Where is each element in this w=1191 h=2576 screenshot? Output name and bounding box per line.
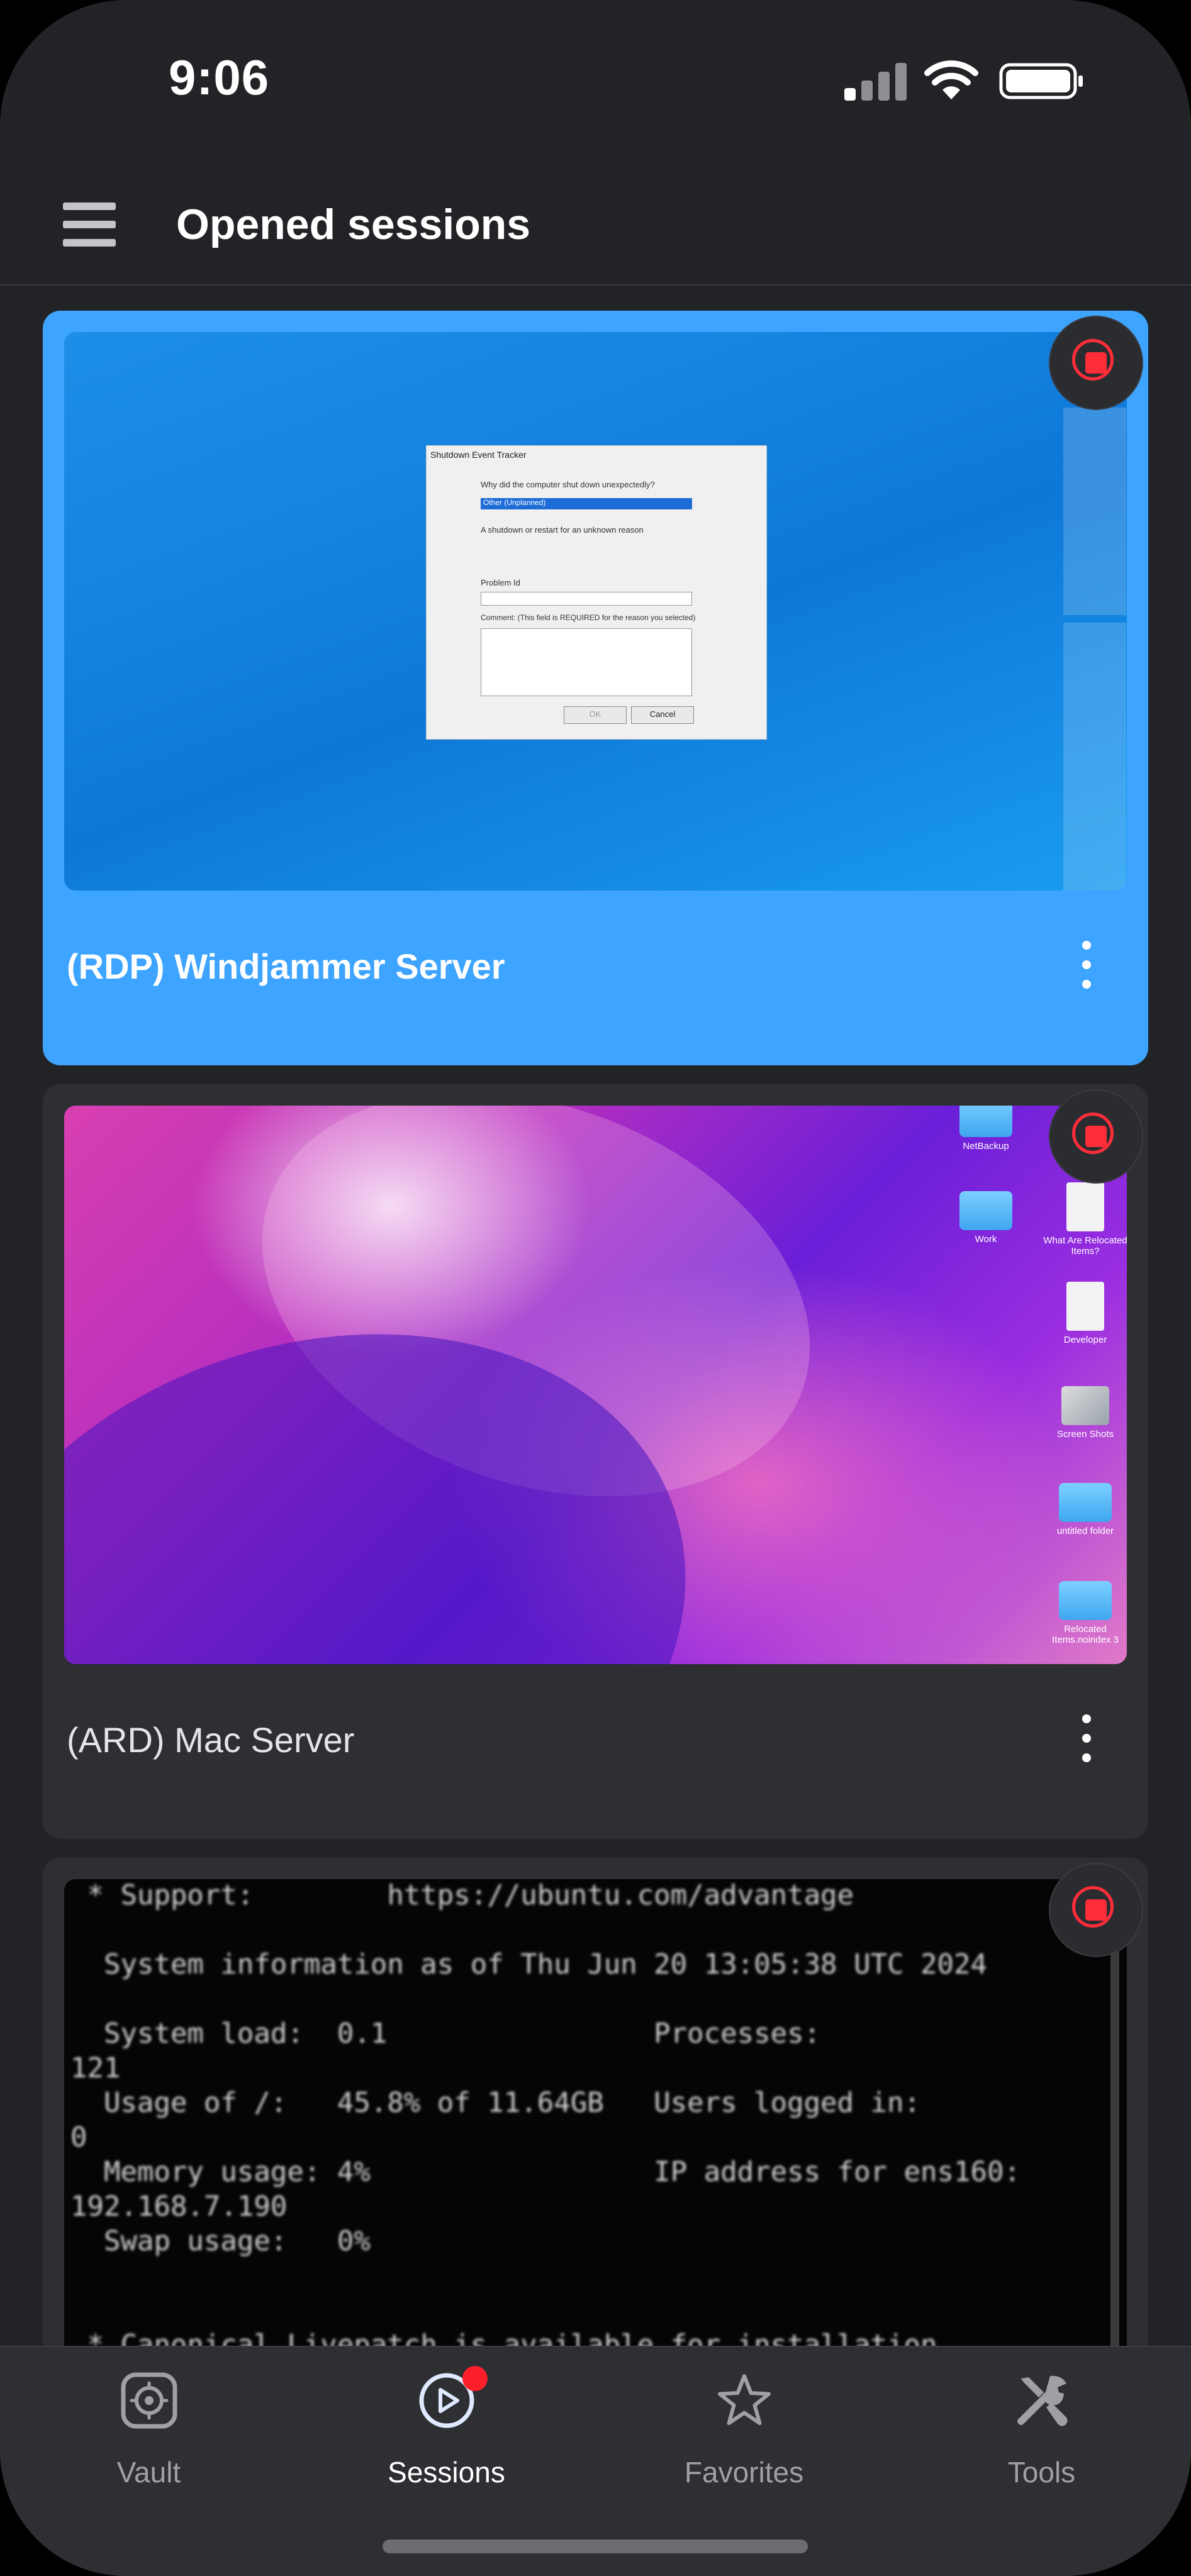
desktop-folder-icon: Relocated Items.noindex 3	[1038, 1581, 1127, 1645]
tab-sessions[interactable]: Sessions	[298, 2347, 595, 2498]
session-label: (RDP) Windjammer Server	[67, 947, 505, 986]
session-label: (ARD) Mac Server	[67, 1720, 355, 1760]
session-thumbnail-ard: NetBackup Work What Are Relocated Items?…	[64, 1106, 1127, 1664]
session-thumbnail-rdp: Shutdown Event Tracker Why did the compu…	[64, 332, 1127, 891]
shutdown-dialog: Shutdown Event Tracker Why did the compu…	[426, 445, 767, 740]
session-card-ssh[interactable]: * Support: https://ubuntu.com/advantage …	[43, 1858, 1148, 2346]
desktop-folder-icon: untitled folder	[1038, 1483, 1127, 1536]
desktop-document-icon: What Are Relocated Items?	[1038, 1182, 1127, 1257]
cellular-signal-icon	[844, 62, 907, 101]
tab-label: Vault	[116, 2456, 181, 2489]
vault-icon	[121, 2372, 177, 2429]
battery-icon	[999, 63, 1083, 99]
app-header: Opened sessions	[0, 164, 1191, 286]
stop-session-button[interactable]	[1050, 1091, 1142, 1182]
tools-icon	[1017, 2375, 1068, 2426]
phone-screen: 9:06 Opened sessions Shutdown Event Trac…	[0, 0, 1191, 2576]
stop-session-button[interactable]	[1050, 317, 1142, 409]
stop-session-button[interactable]	[1050, 1864, 1142, 1956]
sessions-list[interactable]: Shutdown Event Tracker Why did the compu…	[0, 286, 1191, 2346]
tab-label: Tools	[1007, 2456, 1076, 2489]
more-options-icon[interactable]	[1074, 941, 1099, 989]
notification-badge	[462, 2366, 488, 2391]
home-indicator	[383, 2540, 808, 2553]
hamburger-menu-icon[interactable]	[63, 203, 116, 247]
tab-label: Favorites	[684, 2456, 804, 2489]
desktop-folder-icon: Work	[939, 1191, 1033, 1245]
page-title: Opened sessions	[176, 201, 531, 248]
desktop-screenshot-icon: Screen Shots	[1038, 1386, 1127, 1440]
star-icon	[718, 2374, 771, 2425]
session-thumbnail-ssh: * Support: https://ubuntu.com/advantage …	[64, 1879, 1127, 2346]
desktop-folder-icon: NetBackup	[939, 1106, 1033, 1152]
tab-vault[interactable]: Vault	[0, 2347, 298, 2498]
wifi-icon	[924, 60, 978, 99]
session-card-ard[interactable]: NetBackup Work What Are Relocated Items?…	[43, 1084, 1148, 1839]
tab-favorites[interactable]: Favorites	[595, 2347, 893, 2498]
more-options-icon[interactable]	[1074, 1714, 1099, 1762]
desktop-document-icon: Developer	[1038, 1282, 1127, 1345]
status-time: 9:06	[169, 50, 270, 105]
tab-tools[interactable]: Tools	[893, 2347, 1190, 2498]
tab-label: Sessions	[388, 2456, 505, 2489]
session-card-rdp[interactable]: Shutdown Event Tracker Why did the compu…	[43, 311, 1148, 1065]
